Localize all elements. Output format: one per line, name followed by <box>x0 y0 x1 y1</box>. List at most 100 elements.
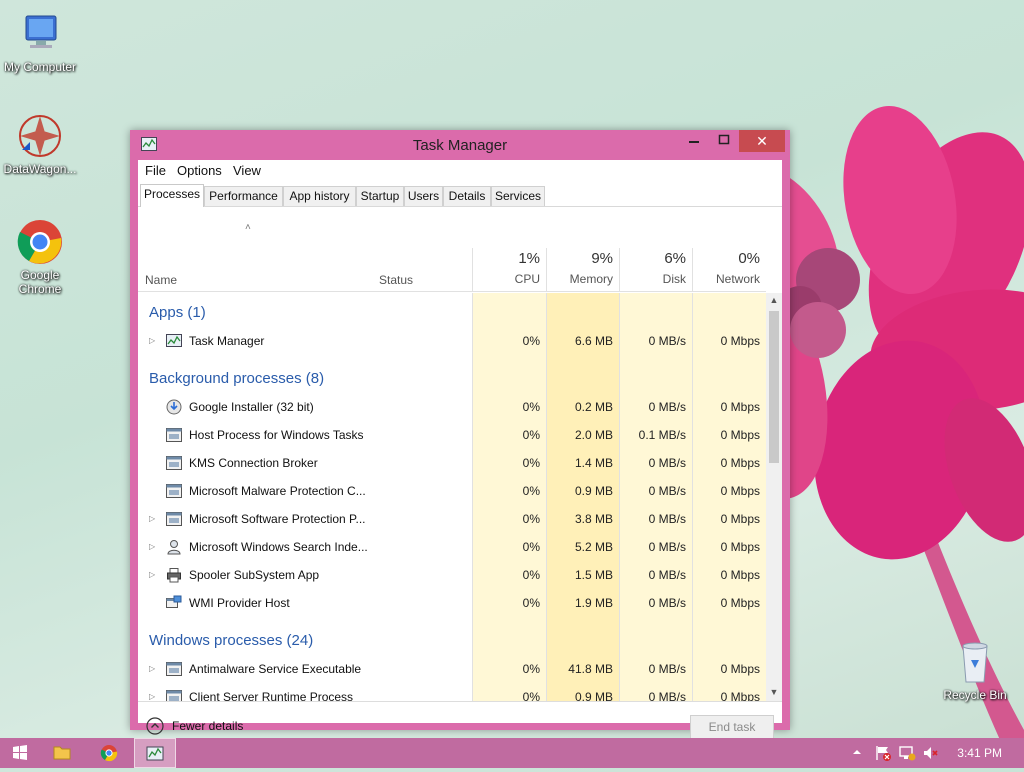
process-memory: 2.0 MB <box>574 428 613 442</box>
tab-services[interactable]: Services <box>491 186 545 206</box>
expand-arrow-icon[interactable]: ▷ <box>149 533 155 561</box>
taskmanager-icon <box>146 746 164 761</box>
process-memory: 5.2 MB <box>574 540 613 554</box>
recycle-bin-icon <box>951 638 999 686</box>
tab-startup[interactable]: Startup <box>356 186 404 206</box>
process-memory: 0.9 MB <box>574 690 613 701</box>
scroll-up-icon[interactable]: ▲ <box>768 295 780 305</box>
taskbar-file-explorer[interactable] <box>42 738 82 768</box>
column-network-label: Network <box>715 272 760 286</box>
column-disk-label: Disk <box>662 272 686 286</box>
menu-options[interactable]: Options <box>177 163 222 178</box>
group-header-windows[interactable]: Windows processes (24) <box>138 627 766 655</box>
process-memory: 1.9 MB <box>574 596 613 610</box>
expand-arrow-icon[interactable]: ▷ <box>149 505 155 533</box>
process-memory: 1.4 MB <box>574 456 613 470</box>
maximize-button[interactable] <box>710 130 738 152</box>
show-hidden-icons-button[interactable] <box>851 746 863 761</box>
start-button[interactable] <box>0 738 40 768</box>
task-manager-window[interactable]: Task Manager ✕ File Options View Process… <box>130 130 790 739</box>
column-cpu[interactable]: 1% CPU <box>472 208 546 292</box>
table-row[interactable]: Host Process for Windows Tasks 0% 2.0 MB 0.… <box>138 421 766 449</box>
tab-processes[interactable]: Processes <box>140 184 204 207</box>
table-row[interactable]: ▷ Client Server Runtime Process 0% 0.9 MB 0 … <box>138 683 766 701</box>
collapse-up-icon <box>146 717 164 735</box>
tab-users[interactable]: Users <box>404 186 443 206</box>
scroll-thumb[interactable] <box>769 311 779 463</box>
process-name: Host Process for Windows Tasks <box>189 428 364 442</box>
table-row[interactable]: ▷ Antimalware Service Executable 0% 41.8 MB… <box>138 655 766 683</box>
table-row[interactable]: Microsoft Malware Protection C... 0% 0.9 M… <box>138 477 766 505</box>
computer-icon <box>16 10 64 58</box>
taskbar-clock[interactable]: 3:41 PM <box>957 746 1002 760</box>
tab-details[interactable]: Details <box>443 186 491 206</box>
tab-app-history[interactable]: App history <box>283 186 356 206</box>
vertical-scrollbar[interactable]: ▲ ▼ <box>766 293 782 701</box>
table-row[interactable]: ▷ Task Manager 0% 6.6 MB 0 MB/s 0 Mbps <box>138 327 766 355</box>
column-name[interactable]: Name <box>138 208 372 292</box>
taskbar-chrome[interactable] <box>89 738 129 768</box>
network-tray[interactable] <box>898 744 916 765</box>
menu-bar: File Options View <box>138 160 782 182</box>
process-memory: 0.9 MB <box>574 484 613 498</box>
table-row[interactable]: ▷ Microsoft Software Protection P... 0% 3.8… <box>138 505 766 533</box>
column-divider <box>692 248 693 292</box>
table-row[interactable]: ▷ Spooler SubSystem App 0% 1.5 MB 0 MB/s 0 Mb… <box>138 561 766 589</box>
desktop-icon-my-computer[interactable]: My Computer <box>0 10 80 74</box>
taskmanager-icon <box>166 333 182 349</box>
maximize-icon <box>718 134 730 145</box>
process-disk: 0 MB/s <box>648 334 686 348</box>
process-memory: 3.8 MB <box>574 512 613 526</box>
expand-arrow-icon[interactable]: ▷ <box>149 655 155 683</box>
desktop-icon-google-chrome[interactable]: Google Chrome <box>0 218 80 296</box>
process-disk: 0 MB/s <box>648 690 686 701</box>
tab-performance[interactable]: Performance <box>204 186 283 206</box>
title-bar[interactable]: Task Manager ✕ <box>130 130 790 160</box>
wmi-icon <box>166 595 182 611</box>
process-memory: 6.6 MB <box>574 334 613 348</box>
table-row[interactable]: WMI Provider Host 0% 1.9 MB 0 MB/s 0 Mbps <box>138 589 766 617</box>
disk-total-percent: 6% <box>664 250 686 267</box>
close-button[interactable]: ✕ <box>739 130 785 152</box>
column-disk[interactable]: 6% Disk <box>619 208 692 292</box>
column-header: ˄ Name Status 1% CPU 9% Memory 6% Disk 0… <box>138 208 766 292</box>
process-cpu: 0% <box>522 540 540 554</box>
menu-view[interactable]: View <box>233 163 261 178</box>
table-row[interactable]: ▷ Microsoft Windows Search Inde... 0% 5.2 M… <box>138 533 766 561</box>
chrome-icon <box>16 218 64 266</box>
minimize-button[interactable] <box>680 130 708 152</box>
column-memory[interactable]: 9% Memory <box>546 208 619 292</box>
group-header-background[interactable]: Background processes (8) <box>138 365 766 393</box>
process-disk: 0 MB/s <box>648 456 686 470</box>
printer-icon <box>166 567 182 583</box>
expand-arrow-icon[interactable]: ▷ <box>149 561 155 589</box>
minimize-icon <box>689 141 699 143</box>
desktop-icon-datawagon[interactable]: DataWagon... <box>0 112 80 176</box>
group-header-apps[interactable]: Apps (1) <box>138 299 766 327</box>
process-cpu: 0% <box>522 456 540 470</box>
process-icon <box>166 661 182 677</box>
menu-file[interactable]: File <box>145 163 166 178</box>
process-disk: 0 MB/s <box>648 484 686 498</box>
desktop-icon-label: Google Chrome <box>18 268 62 296</box>
column-network[interactable]: 0% Network <box>692 208 766 292</box>
expand-arrow-icon[interactable]: ▷ <box>149 327 155 355</box>
network-icon <box>899 746 916 761</box>
expand-arrow-icon[interactable]: ▷ <box>149 683 155 701</box>
process-disk: 0.1 MB/s <box>638 428 686 442</box>
volume-tray[interactable] <box>922 744 940 765</box>
process-cpu: 0% <box>522 596 540 610</box>
column-divider <box>546 248 547 292</box>
column-status[interactable]: Status <box>372 208 472 292</box>
action-center-tray[interactable] <box>874 744 892 765</box>
process-cpu: 0% <box>522 400 540 414</box>
table-row[interactable]: KMS Connection Broker 0% 1.4 MB 0 MB/s 0 Mbp… <box>138 449 766 477</box>
end-task-button[interactable]: End task <box>690 715 774 739</box>
scroll-down-icon[interactable]: ▼ <box>768 687 780 697</box>
column-name-label: Name <box>145 273 178 287</box>
column-divider <box>472 248 473 292</box>
table-row[interactable]: Google Installer (32 bit) 0% 0.2 MB 0 MB/s 0… <box>138 393 766 421</box>
desktop-icon-recycle-bin[interactable]: Recycle Bin <box>935 638 1015 702</box>
process-cpu: 0% <box>522 428 540 442</box>
taskbar-task-manager[interactable] <box>134 738 176 768</box>
